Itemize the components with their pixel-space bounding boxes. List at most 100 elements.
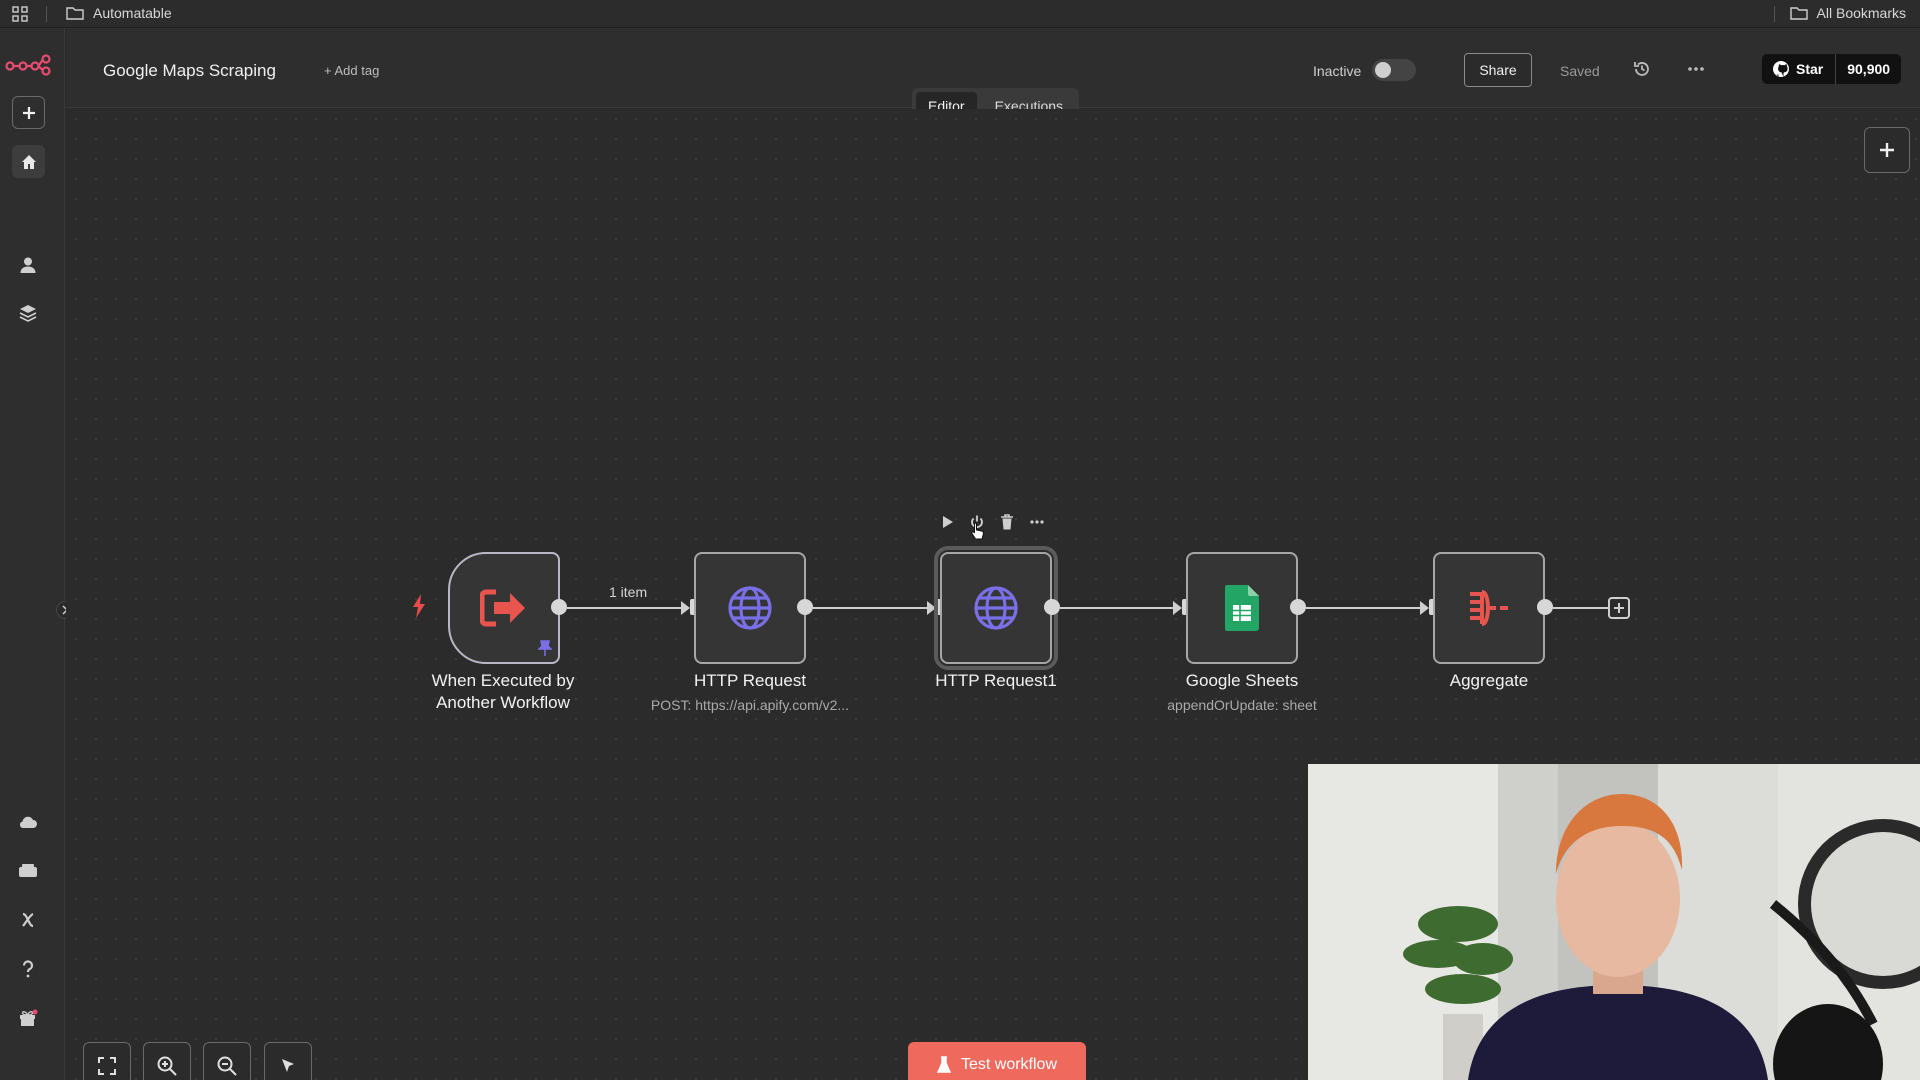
gift-icon xyxy=(20,1009,38,1026)
test-workflow-button[interactable]: Test workflow xyxy=(908,1042,1086,1080)
sidebar-item-projects[interactable] xyxy=(16,301,40,325)
sidebar-item-help[interactable] xyxy=(16,957,40,981)
execute-workflow-trigger-icon xyxy=(480,589,525,627)
webcam-video-overlay xyxy=(1308,764,1920,1080)
layers-icon xyxy=(19,305,37,322)
connection-line xyxy=(1553,607,1608,609)
sidebar-item-home[interactable] xyxy=(12,145,45,178)
cloud-icon xyxy=(19,816,37,828)
node-title: HTTP Request xyxy=(693,671,807,690)
sidebar-item-templates[interactable] xyxy=(16,859,40,883)
trigger-bolt-icon xyxy=(412,594,426,623)
node-aggregate[interactable] xyxy=(1433,552,1545,664)
all-bookmarks[interactable]: All Bookmarks xyxy=(1789,5,1906,21)
fit-view-icon xyxy=(98,1057,116,1075)
connection-item-count: 1 item xyxy=(609,584,648,600)
tidy-up-button[interactable] xyxy=(264,1042,312,1080)
google-sheets-icon xyxy=(1225,585,1259,631)
add-tag-button[interactable]: + Add tag xyxy=(324,63,379,78)
plus-icon xyxy=(1614,603,1624,613)
active-status-label: Inactive xyxy=(1313,63,1362,79)
mouse-cursor-icon xyxy=(970,521,986,546)
github-star-count: 90,900 xyxy=(1847,61,1891,77)
plus-icon xyxy=(22,106,35,119)
connection-line[interactable] xyxy=(1306,607,1426,609)
sidebar-item-whats-new[interactable] xyxy=(16,1006,40,1030)
node-when-executed-by-another-workflow[interactable] xyxy=(448,552,560,664)
zoom-in-icon xyxy=(157,1056,177,1076)
bookmarks-separator xyxy=(1774,6,1775,22)
node-more-icon[interactable] xyxy=(1028,513,1046,531)
node-http-request[interactable] xyxy=(694,552,806,664)
node-http-request1[interactable] xyxy=(934,546,1058,670)
bookmarks-bar: Automatable All Bookmarks xyxy=(0,0,1920,28)
question-icon xyxy=(22,960,34,978)
sidebar-item-personal[interactable] xyxy=(16,253,40,277)
connection-arrow xyxy=(927,601,936,615)
share-button[interactable]: Share xyxy=(1464,53,1532,87)
flask-icon xyxy=(936,1056,951,1073)
node-title-line: When Executed by xyxy=(431,671,575,690)
node-output-handle[interactable] xyxy=(797,599,813,615)
node-output-handle[interactable] xyxy=(1044,599,1060,615)
github-star-button[interactable]: Star 90,900 xyxy=(1762,54,1902,84)
left-sidebar: JC xyxy=(0,28,74,1080)
sidebar-item-cloud[interactable] xyxy=(16,810,40,834)
node-title: Aggregate xyxy=(1449,671,1529,690)
variables-icon xyxy=(22,912,34,928)
globe-icon xyxy=(974,586,1018,630)
node-title: Google Sheets xyxy=(1185,671,1299,690)
home-icon xyxy=(21,154,36,169)
create-workflow-button[interactable] xyxy=(12,96,45,129)
node-output-handle[interactable] xyxy=(551,599,567,615)
all-bookmarks-label: All Bookmarks xyxy=(1816,5,1906,21)
add-next-node-button[interactable] xyxy=(1608,597,1630,619)
connection-arrow xyxy=(681,601,690,615)
node-google-sheets[interactable] xyxy=(1186,552,1298,664)
toggle-knob xyxy=(1375,62,1391,78)
node-title-line: Another Workflow xyxy=(436,693,570,712)
execute-node-icon[interactable] xyxy=(938,513,956,531)
cursor-arrow-icon xyxy=(282,1059,294,1072)
node-hover-toolbar xyxy=(938,513,1046,531)
workflow-history-icon[interactable] xyxy=(1632,59,1652,79)
user-icon xyxy=(20,257,36,273)
bookmarks-separator xyxy=(46,6,47,22)
delete-node-icon[interactable] xyxy=(998,513,1016,531)
github-star-label: Star xyxy=(1796,61,1824,77)
workflow-title[interactable]: Google Maps Scraping xyxy=(103,61,276,81)
pin-icon xyxy=(538,640,552,656)
test-workflow-label: Test workflow xyxy=(960,1056,1058,1073)
sidebar-item-variables[interactable] xyxy=(16,908,40,932)
connection-arrow xyxy=(1173,601,1182,615)
bookmark-folder-automatable[interactable]: Automatable xyxy=(66,5,172,21)
aggregate-icon xyxy=(1470,590,1508,626)
saved-status: Saved xyxy=(1560,63,1600,79)
active-toggle[interactable] xyxy=(1372,59,1416,81)
node-subtitle: appendOrUpdate: sheet xyxy=(1167,697,1317,713)
open-nodes-panel-button[interactable] xyxy=(1864,127,1910,173)
connection-line[interactable] xyxy=(813,607,931,609)
folder-icon xyxy=(1789,7,1808,20)
node-title: When Executed by Another Workflow xyxy=(383,670,623,714)
more-options-icon[interactable] xyxy=(1686,59,1706,79)
connection-line[interactable] xyxy=(567,607,685,609)
plus-icon xyxy=(1880,143,1894,157)
apps-grid-icon[interactable] xyxy=(12,6,28,22)
node-title: HTTP Request1 xyxy=(935,671,1057,690)
node-output-handle[interactable] xyxy=(1537,599,1553,615)
node-subtitle: POST: https://api.apify.com/v2... xyxy=(650,697,850,713)
node-output-handle[interactable] xyxy=(1290,599,1306,615)
github-icon xyxy=(1773,61,1789,77)
templates-icon xyxy=(19,864,37,877)
zoom-out-icon xyxy=(217,1056,237,1076)
zoom-out-button[interactable] xyxy=(203,1042,251,1080)
zoom-in-button[interactable] xyxy=(143,1042,191,1080)
n8n-logo-icon[interactable] xyxy=(5,52,51,76)
connection-line[interactable] xyxy=(1060,607,1178,609)
github-star-left: Star xyxy=(1762,54,1837,84)
globe-icon xyxy=(728,586,772,630)
bookmark-folder-label: Automatable xyxy=(93,5,172,21)
connection-arrow xyxy=(1420,601,1429,615)
zoom-to-fit-button[interactable] xyxy=(83,1042,131,1080)
